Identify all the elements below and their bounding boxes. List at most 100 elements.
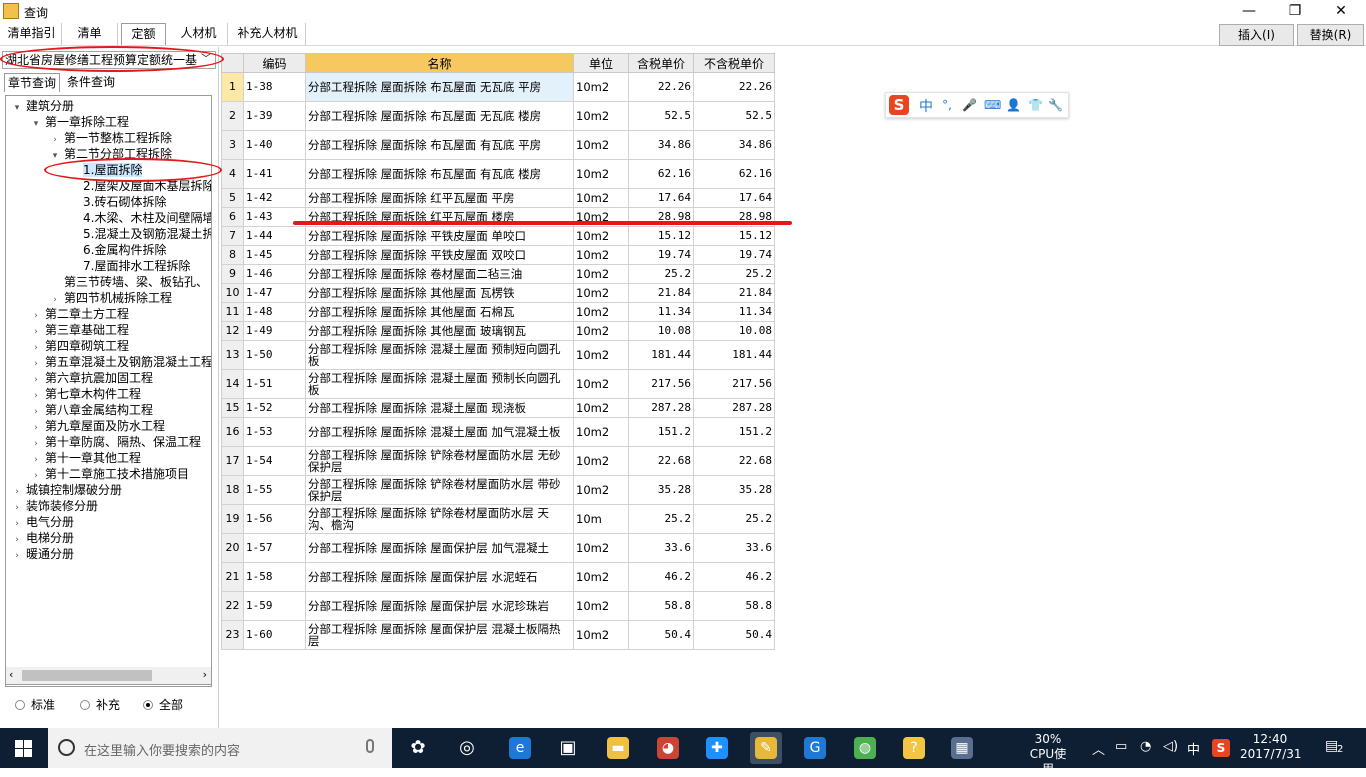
tab-qingdan-zhiyin[interactable]: 清单指引 (2, 23, 62, 45)
expand-down-icon[interactable]: ▾ (31, 116, 41, 132)
tree-node[interactable]: 3.砖石砌体拆除 (69, 194, 166, 210)
help-app-icon[interactable]: ? (898, 732, 930, 764)
expand-down-icon[interactable]: ▾ (12, 100, 22, 116)
row-number[interactable]: 3 (221, 130, 244, 160)
cell-price-tax[interactable]: 58.8 (628, 591, 694, 621)
cell-name[interactable]: 分部工程拆除 屋面拆除 布瓦屋面 有瓦底 楼房 (305, 159, 574, 189)
table-row[interactable]: 2 1-39 分部工程拆除 屋面拆除 布瓦屋面 无瓦底 楼房 10m2 52.5 52.5 (221, 101, 775, 131)
cell-name[interactable]: 分部工程拆除 屋面拆除 混凝土屋面 现浇板 (305, 398, 574, 418)
cell-price-notax[interactable]: 33.6 (693, 533, 775, 563)
tree-node[interactable]: › 第四章砌筑工程 (31, 338, 129, 354)
taskbar-search-input[interactable]: 在这里输入你要搜索的内容 (84, 740, 240, 759)
cell-unit[interactable]: 10m2 (573, 321, 629, 341)
tree-node[interactable]: › 第八章金属结构工程 (31, 402, 153, 418)
filter-all[interactable]: 全部 (143, 698, 183, 712)
tree-horizontal-scrollbar[interactable]: ‹ › (5, 667, 212, 685)
row-number[interactable]: 16 (221, 417, 244, 447)
row-number[interactable]: 19 (221, 504, 244, 534)
tree-node[interactable]: › 第五章混凝土及钢筋混凝土工程 (31, 354, 211, 370)
cell-price-tax[interactable]: 19.74 (628, 245, 694, 265)
tree-node[interactable]: › 电气分册 (12, 514, 74, 530)
table-row[interactable]: 23 1-60 分部工程拆除 屋面拆除 屋面保护层 混凝土板隔热层 10m2 50.4 5… (221, 620, 775, 650)
cell-price-notax[interactable]: 19.74 (693, 245, 775, 265)
cell-unit[interactable]: 10m2 (573, 340, 629, 370)
close-button[interactable]: ✕ (1318, 0, 1364, 22)
cell-price-tax[interactable]: 62.16 (628, 159, 694, 189)
tree-node[interactable]: › 第六章抗震加固工程 (31, 370, 153, 386)
cell-price-notax[interactable]: 10.08 (693, 321, 775, 341)
row-number[interactable]: 5 (221, 188, 244, 208)
cell-code[interactable]: 1-42 (243, 188, 306, 208)
cell-unit[interactable]: 10m2 (573, 264, 629, 284)
cell-name[interactable]: 分部工程拆除 屋面拆除 屋面保护层 水泥珍珠岩 (305, 591, 574, 621)
cell-unit[interactable]: 10m2 (573, 159, 629, 189)
cell-code[interactable]: 1-44 (243, 226, 306, 246)
tree-node[interactable]: › 第四节机械拆除工程 (50, 290, 172, 306)
tree-node[interactable]: 5.混凝土及钢筋混凝土拆 (69, 226, 211, 242)
cell-price-notax[interactable]: 50.4 (693, 620, 775, 650)
cell-price-tax[interactable]: 11.34 (628, 302, 694, 322)
cell-unit[interactable]: 10m2 (573, 130, 629, 160)
notification-center-icon[interactable]: ▤ 2 (1325, 738, 1347, 758)
cell-code[interactable]: 1-57 (243, 533, 306, 563)
row-number[interactable]: 13 (221, 340, 244, 370)
cell-price-notax[interactable]: 217.56 (693, 369, 775, 399)
tree-node[interactable]: 7.屋面排水工程拆除 (69, 258, 190, 274)
col-header-price-tax[interactable]: 含税单价 (628, 53, 694, 73)
cell-unit[interactable]: 10m2 (573, 533, 629, 563)
row-number[interactable]: 9 (221, 264, 244, 284)
table-row[interactable]: 10 1-47 分部工程拆除 屋面拆除 其他屋面 瓦楞铁 10m2 21.84 21.84 (221, 283, 775, 303)
tab-dinge[interactable]: 定额 (121, 23, 166, 45)
tree-node[interactable]: 第三节砖墙、梁、板钻孔、 (50, 274, 208, 290)
cell-name[interactable]: 分部工程拆除 屋面拆除 平铁皮屋面 双咬口 (305, 245, 574, 265)
tab-chapter-search[interactable]: 章节查询 (4, 73, 61, 92)
cell-code[interactable]: 1-53 (243, 417, 306, 447)
expand-down-icon[interactable]: ▾ (50, 148, 60, 164)
cell-unit[interactable]: 10m2 (573, 591, 629, 621)
cell-unit[interactable]: 10m2 (573, 620, 629, 650)
cell-name[interactable]: 分部工程拆除 屋面拆除 其他屋面 玻璃钢瓦 (305, 321, 574, 341)
cell-price-notax[interactable]: 181.44 (693, 340, 775, 370)
volume-icon[interactable]: ◁) (1163, 739, 1178, 754)
table-row[interactable]: 17 1-54 分部工程拆除 屋面拆除 铲除卷材屋面防水层 无砂保护层 10m2 22.… (221, 446, 775, 476)
cell-price-notax[interactable]: 25.2 (693, 264, 775, 284)
col-header-code[interactable]: 编码 (243, 53, 306, 73)
tree-node[interactable]: › 第二章土方工程 (31, 306, 129, 322)
row-number[interactable]: 10 (221, 283, 244, 303)
cell-code[interactable]: 1-56 (243, 504, 306, 534)
tree-node[interactable]: › 第一节整栋工程拆除 (50, 130, 172, 146)
cell-name[interactable]: 分部工程拆除 屋面拆除 其他屋面 石棉瓦 (305, 302, 574, 322)
tree-node[interactable]: 4.木梁、木柱及间壁隔墙 (69, 210, 211, 226)
cell-price-notax[interactable]: 17.64 (693, 188, 775, 208)
keyboard-icon[interactable]: ⌨ (984, 98, 1001, 112)
cell-code[interactable]: 1-50 (243, 340, 306, 370)
replace-button[interactable]: 替换(R) (1297, 24, 1364, 46)
cell-price-tax[interactable]: 35.28 (628, 475, 694, 505)
sogou-tray-icon[interactable]: S (1212, 739, 1230, 757)
g-app-icon[interactable]: G (799, 732, 831, 764)
cell-price-tax[interactable]: 10.08 (628, 321, 694, 341)
cell-code[interactable]: 1-52 (243, 398, 306, 418)
row-number[interactable]: 2 (221, 101, 244, 131)
cell-name[interactable]: 分部工程拆除 屋面拆除 铲除卷材屋面防水层 带砂保护层 (305, 475, 574, 505)
cell-unit[interactable]: 10m2 (573, 369, 629, 399)
table-row[interactable]: 18 1-55 分部工程拆除 屋面拆除 铲除卷材屋面防水层 带砂保护层 10m2 35.… (221, 475, 775, 505)
cortana-swirl-icon[interactable]: ◎ (451, 732, 483, 764)
row-number[interactable]: 18 (221, 475, 244, 505)
cell-unit[interactable]: 10m2 (573, 562, 629, 592)
cell-unit[interactable]: 10m2 (573, 398, 629, 418)
cell-name[interactable]: 分部工程拆除 屋面拆除 铲除卷材屋面防水层 无砂保护层 (305, 446, 574, 476)
scrollbar-thumb[interactable] (22, 670, 152, 681)
cell-price-notax[interactable]: 287.28 (693, 398, 775, 418)
cell-price-tax[interactable]: 50.4 (628, 620, 694, 650)
row-number[interactable]: 1 (221, 72, 244, 102)
insert-button[interactable]: 插入(I) (1219, 24, 1294, 46)
table-row[interactable]: 14 1-51 分部工程拆除 屋面拆除 混凝土屋面 预制长向圆孔板 10m2 217.5… (221, 369, 775, 399)
row-number[interactable]: 21 (221, 562, 244, 592)
cad-app-icon[interactable]: ▦ (946, 732, 978, 764)
pinwheel-app-icon[interactable]: ✿ (402, 732, 434, 764)
cell-unit[interactable]: 10m2 (573, 226, 629, 246)
ime-lang-indicator[interactable]: 中 (1187, 739, 1200, 758)
cell-price-notax[interactable]: 22.26 (693, 72, 775, 102)
cell-price-notax[interactable]: 58.8 (693, 591, 775, 621)
